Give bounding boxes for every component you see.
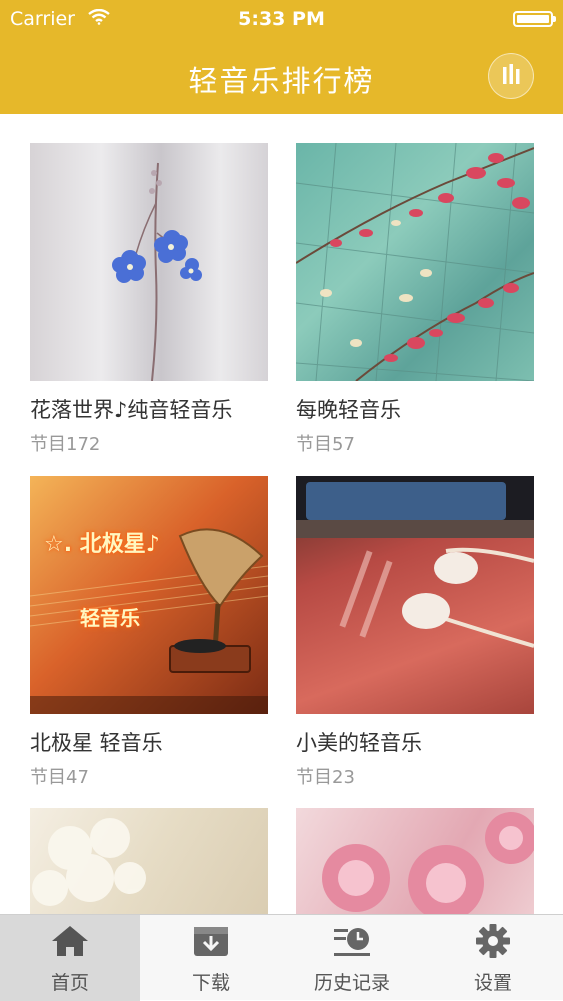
download-icon	[194, 927, 228, 956]
album-episode-count: 节目47	[30, 767, 89, 788]
tab-label: 首页	[50, 972, 89, 994]
gramophone-illustration	[30, 528, 268, 714]
now-playing-button[interactable]	[488, 53, 534, 99]
album-cover	[296, 476, 534, 714]
album-episode-count: 节目57	[296, 434, 355, 455]
album-cover	[296, 143, 534, 381]
album-card[interactable]: 花落世界♪纯音轻音乐 节目172	[30, 143, 268, 456]
tab-settings[interactable]: 设置	[423, 915, 563, 1001]
tab-download[interactable]: 下载	[141, 915, 281, 1001]
album-episode-count: 节目172	[30, 434, 101, 455]
album-card[interactable]: ☆. 北极星♪ 轻音乐 北极星 轻音乐 节目47	[30, 476, 268, 789]
album-title: 花落世界♪纯音轻音乐	[30, 398, 233, 422]
battery-icon	[513, 11, 556, 27]
leaves-illustration	[296, 143, 534, 381]
tab-label: 下载	[191, 972, 230, 994]
white-flowers-illustration	[32, 818, 146, 906]
album-cover	[30, 808, 268, 914]
roses-illustration	[322, 812, 534, 914]
tab-home[interactable]: 首页	[0, 915, 140, 1001]
album-episode-count: 节目23	[296, 767, 355, 788]
status-bar: Carrier 5:33 PM	[0, 0, 563, 40]
album-title: 北极星 轻音乐	[30, 731, 163, 755]
cover-text: 轻音乐	[80, 606, 140, 630]
album-title: 小美的轻音乐	[296, 731, 422, 755]
tab-history[interactable]: 历史记录	[282, 915, 422, 1001]
tab-label: 历史记录	[313, 972, 390, 994]
history-icon	[334, 928, 370, 956]
album-card[interactable]: 小美的轻音乐 节目23	[296, 476, 534, 789]
clock: 5:33 PM	[238, 8, 325, 30]
page-title: 轻音乐排行榜	[188, 64, 375, 98]
gear-icon	[476, 924, 510, 958]
album-cover: ☆. 北极星♪ 轻音乐	[30, 476, 268, 714]
album-cover	[296, 808, 534, 914]
album-title: 每晚轻音乐	[296, 398, 401, 422]
home-icon	[52, 926, 88, 956]
album-card[interactable]	[296, 808, 534, 914]
tab-bar: 首页 下载 历史记录 设置	[0, 914, 563, 1001]
album-cover	[30, 143, 268, 381]
flower-illustration	[112, 162, 202, 381]
album-card[interactable]: 每晚轻音乐 节目57	[296, 143, 534, 456]
album-card[interactable]	[30, 808, 268, 914]
album-grid: 花落世界♪纯音轻音乐 节目172 每晚轻音乐 节目57 ☆. 北极星♪ 轻音乐 …	[0, 114, 563, 914]
earphones-illustration	[296, 476, 534, 648]
equalizer-icon	[503, 64, 520, 84]
nav-bar: 轻音乐排行榜	[0, 40, 563, 114]
cover-text: ☆. 北极星♪	[44, 532, 160, 557]
tab-label: 设置	[473, 972, 512, 994]
